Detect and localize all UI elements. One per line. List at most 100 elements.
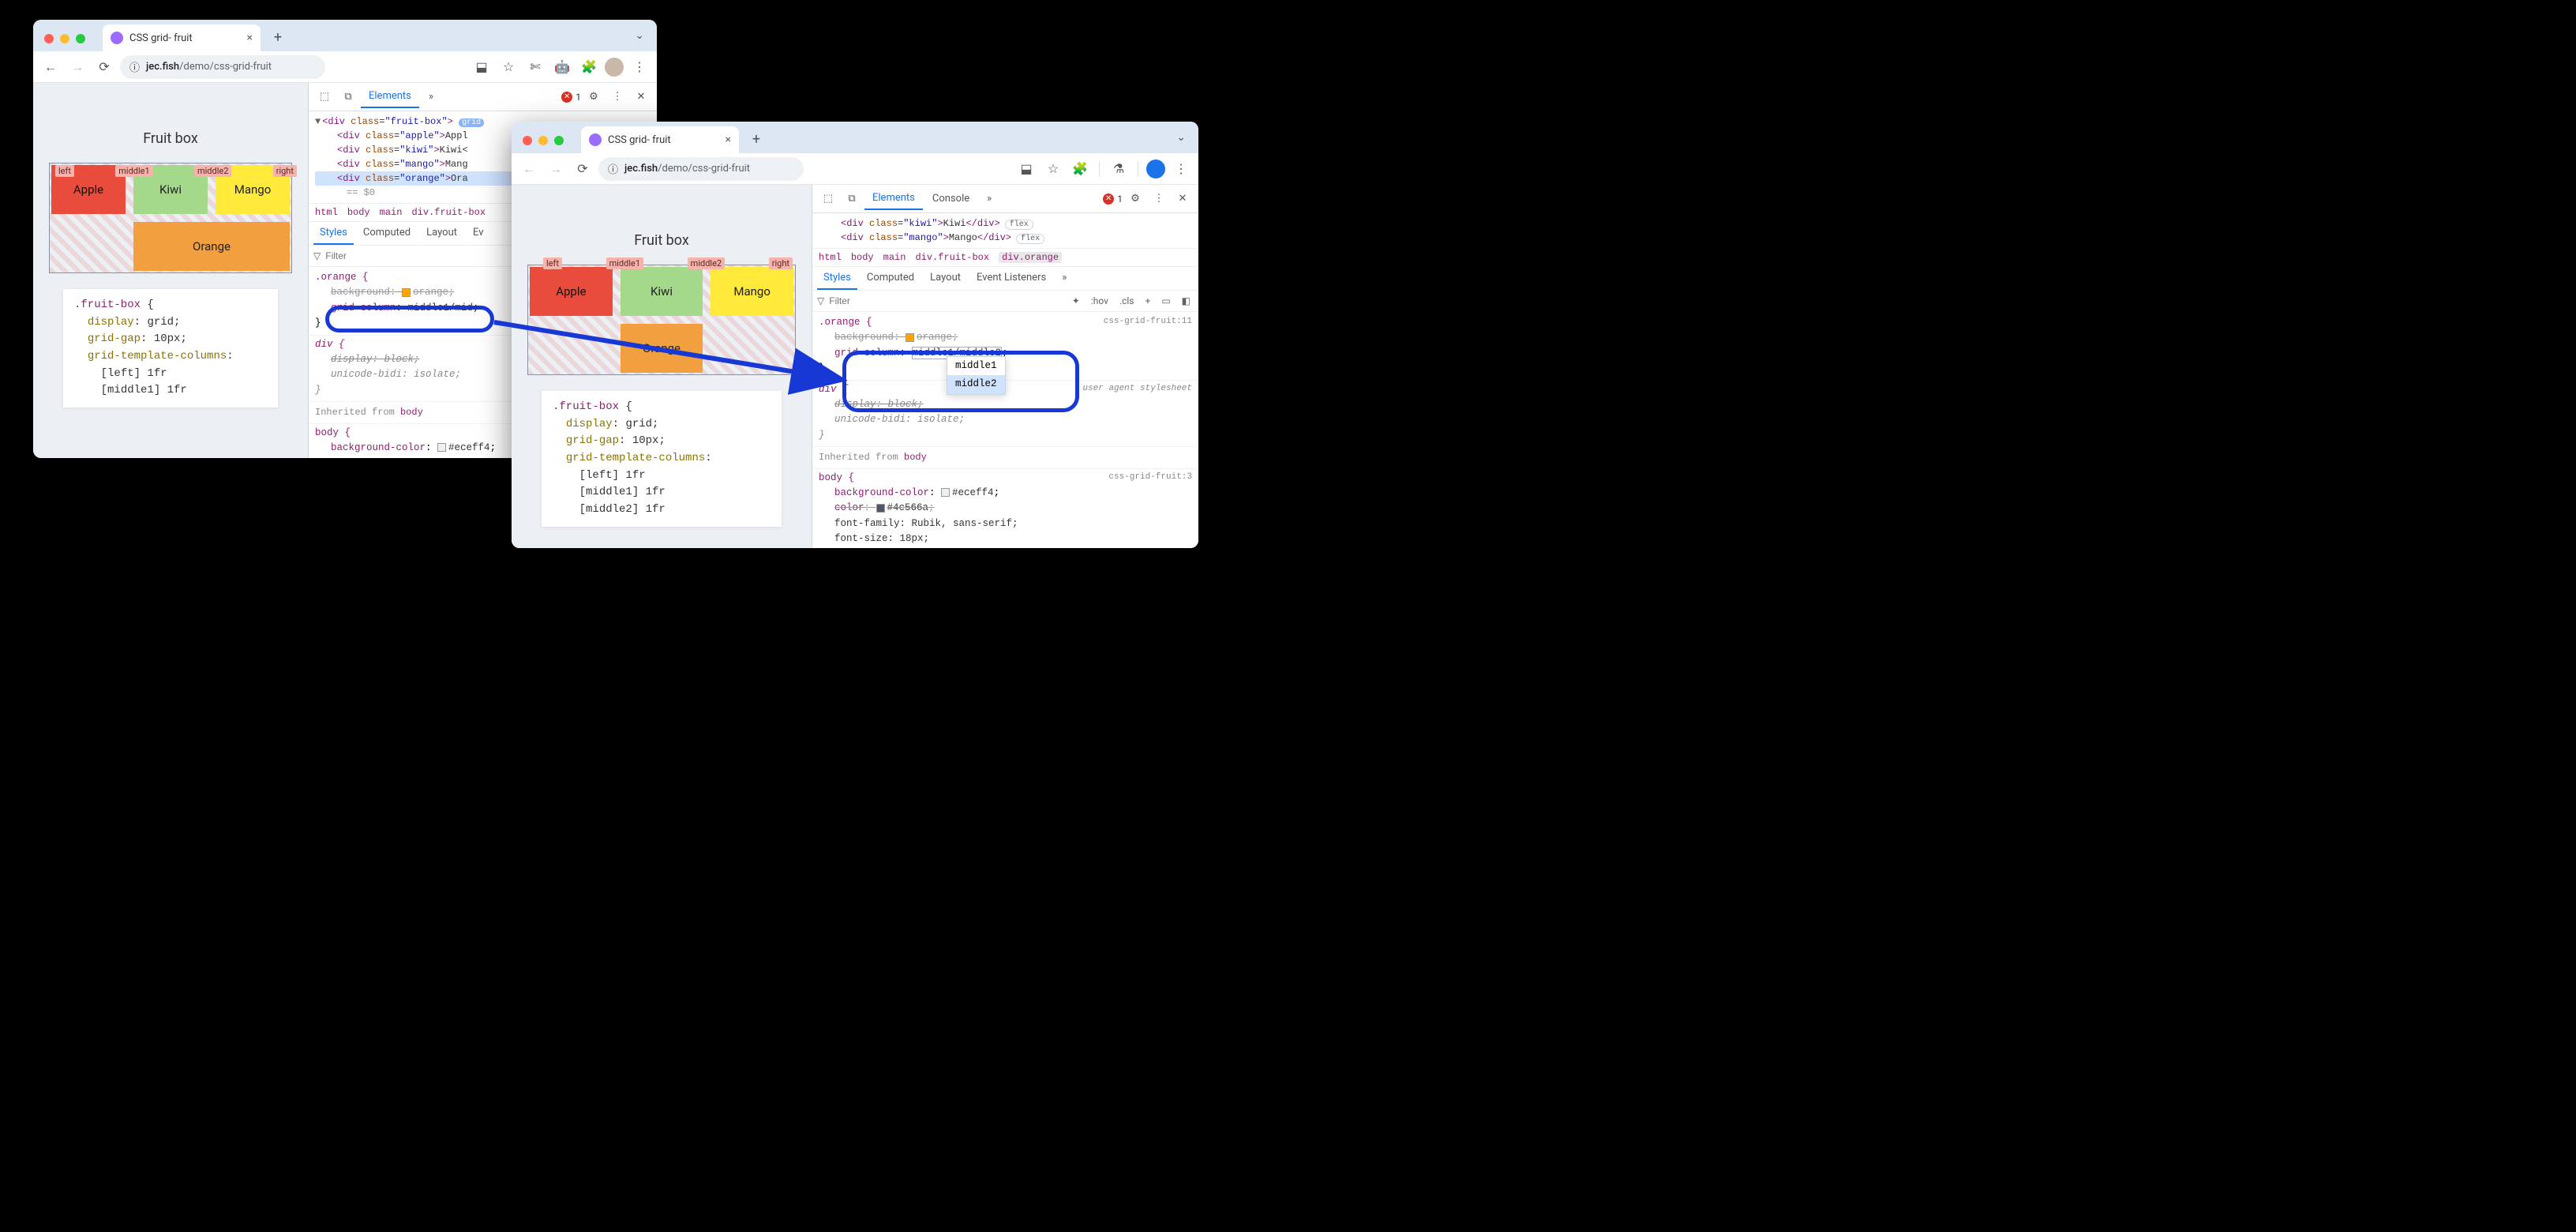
cell-mango: Mango (711, 267, 793, 316)
ua-source: user agent stylesheet (1082, 382, 1192, 396)
scissors-icon[interactable]: ✄ (524, 56, 546, 78)
rule-source[interactable]: css-grid-fruit:11 (1104, 315, 1192, 329)
styles-subtabs: Styles Computed Layout Event Listeners » (812, 267, 1198, 291)
panel-elements[interactable]: Elements (361, 85, 419, 108)
grid-line-label: left (543, 257, 562, 269)
subtab-computed[interactable]: Computed (357, 222, 417, 245)
code-selector: .fruit-box (74, 299, 141, 311)
toolbar: ← → ⟳ ⓘ jec.fish/demo/css-grid-fruit ⬓ ☆… (512, 153, 1198, 185)
code-card: .fruit-box { display: grid; grid-gap: 10… (542, 391, 782, 527)
styles-filter-input[interactable] (829, 295, 1064, 306)
profile-avatar[interactable] (605, 58, 624, 77)
extensions-icon[interactable]: 🧩 (578, 56, 600, 78)
cell-kiwi: Kiwi (621, 267, 703, 316)
reload-button[interactable]: ⟳ (572, 158, 594, 180)
page-title: Fruit box (527, 232, 796, 249)
extensions-icon[interactable]: 🧩 (1069, 158, 1091, 180)
subtab-ev[interactable]: Ev (467, 222, 490, 245)
subtab-styles[interactable]: Styles (817, 267, 857, 290)
panel-more[interactable]: » (979, 188, 999, 209)
autocomplete-popup[interactable]: middle1 middle2 (947, 356, 1006, 395)
rule-bg-strike: background: orange; (819, 330, 1192, 345)
dom-tree[interactable]: <div class="kiwi">Kiwi</div>flex <div cl… (812, 213, 1198, 249)
settings-icon[interactable]: ⚙ (583, 86, 605, 108)
close-tab-icon[interactable]: × (247, 32, 253, 44)
toolbar: ← → ⟳ ⓘ jec.fish/demo/css-grid-fruit ⬓ ☆… (33, 51, 657, 83)
breadcrumb[interactable]: html body main div.fruit-box div.orange (812, 249, 1198, 267)
bookmark-icon[interactable]: ☆ (497, 56, 519, 78)
panel-more[interactable]: » (421, 86, 441, 107)
page-viewport: Fruit box left middle1 middle2 right App… (512, 185, 812, 548)
experiments-icon[interactable]: ⚗ (1108, 158, 1130, 180)
profile-avatar[interactable] (1146, 160, 1165, 178)
grid-line-label: left (55, 165, 74, 177)
subtab-layout[interactable]: Layout (420, 222, 463, 245)
minimize-window-icon[interactable] (538, 136, 548, 145)
device-toolbar-icon[interactable]: ⧉ (841, 188, 863, 210)
address-bar[interactable]: ⓘ jec.fish/demo/css-grid-fruit (120, 55, 325, 79)
devtools-menu-icon[interactable]: ⋮ (1148, 188, 1170, 210)
close-window-icon[interactable] (523, 136, 532, 145)
panel-elements[interactable]: Elements (864, 187, 923, 210)
code-card: .fruit-box { display: grid; grid-gap: 10… (63, 289, 278, 408)
cls-toggle[interactable]: .cls (1116, 294, 1138, 308)
panel-console[interactable]: Console (924, 188, 977, 209)
close-devtools-icon[interactable]: ✕ (630, 86, 652, 108)
install-app-icon[interactable]: ⬓ (471, 56, 493, 78)
minimize-window-icon[interactable] (60, 34, 69, 43)
flex-badge[interactable]: flex (1005, 220, 1033, 230)
browser-tab[interactable]: CSS grid- fruit × (103, 24, 261, 51)
new-tab-button[interactable]: + (745, 128, 767, 150)
close-tab-icon[interactable]: × (726, 133, 731, 146)
close-devtools-icon[interactable]: ✕ (1172, 188, 1194, 210)
hov-toggle[interactable]: :hov (1088, 294, 1112, 308)
window-controls (523, 136, 564, 145)
inspect-icon[interactable]: ⬚ (817, 188, 839, 210)
install-app-icon[interactable]: ⬓ (1015, 158, 1037, 180)
back-button[interactable]: ← (39, 56, 62, 78)
browser-tab[interactable]: CSS grid- fruit × (581, 126, 739, 153)
settings-icon[interactable]: ⚙ (1124, 188, 1146, 210)
menu-button[interactable]: ⋮ (1170, 158, 1192, 180)
maximize-window-icon[interactable] (76, 34, 85, 43)
grid-line-label: right (769, 257, 793, 269)
toggle-sidebar-icon[interactable]: ◧ (1179, 294, 1194, 308)
subtab-computed[interactable]: Computed (861, 267, 921, 290)
autocomplete-option[interactable]: middle1 (947, 357, 1005, 375)
favicon-icon (589, 133, 602, 146)
device-toolbar-icon[interactable]: ⧉ (337, 86, 359, 108)
forward-button: → (545, 158, 567, 180)
close-window-icon[interactable] (44, 34, 54, 43)
rule-source[interactable]: css-grid-fruit:3 (1108, 471, 1192, 484)
fruit-grid: Apple Kiwi Mango Orange (527, 265, 796, 375)
reload-button[interactable]: ⟳ (93, 56, 115, 78)
filter-icon: ▽ (817, 295, 824, 306)
devtools-menu-icon[interactable]: ⋮ (606, 86, 628, 108)
error-badge[interactable]: ✕1 (1103, 193, 1123, 205)
new-rule-icon[interactable]: + (1142, 294, 1154, 308)
devtools-panel: ⬚ ⧉ Elements Console » ✕1 ⚙ ⋮ ✕ <div cla… (812, 185, 1198, 548)
styles-pane[interactable]: css-grid-fruit:11 .orange { background: … (812, 312, 1198, 548)
subtab-more[interactable]: » (1056, 267, 1073, 290)
site-info-icon[interactable]: ⓘ (129, 59, 140, 74)
site-info-icon[interactable]: ⓘ (608, 161, 618, 176)
flex-badge[interactable]: flex (1016, 234, 1044, 244)
autocomplete-option-selected[interactable]: middle2 (947, 375, 1005, 393)
computed-sidebar-icon[interactable]: ▭ (1158, 294, 1173, 308)
grid-line-label: right (273, 165, 297, 177)
bookmark-icon[interactable]: ☆ (1042, 158, 1064, 180)
grid-column-value[interactable]: middle1/mid (408, 302, 474, 314)
new-tab-button[interactable]: + (267, 26, 289, 48)
menu-button[interactable]: ⋮ (628, 56, 651, 78)
tab-menu-button[interactable]: ⌄ (628, 26, 651, 45)
error-badge[interactable]: ✕1 (561, 92, 581, 103)
ai-icon[interactable]: ✦ (1069, 294, 1083, 308)
inspect-icon[interactable]: ⬚ (313, 86, 336, 108)
subtab-event-listeners[interactable]: Event Listeners (970, 267, 1052, 290)
maximize-window-icon[interactable] (554, 136, 564, 145)
address-bar[interactable]: ⓘ jec.fish/demo/css-grid-fruit (598, 157, 804, 181)
robot-icon[interactable]: 🤖 (551, 56, 573, 78)
subtab-styles[interactable]: Styles (313, 222, 354, 245)
subtab-layout[interactable]: Layout (924, 267, 967, 290)
tab-menu-button[interactable]: ⌄ (1170, 128, 1192, 147)
